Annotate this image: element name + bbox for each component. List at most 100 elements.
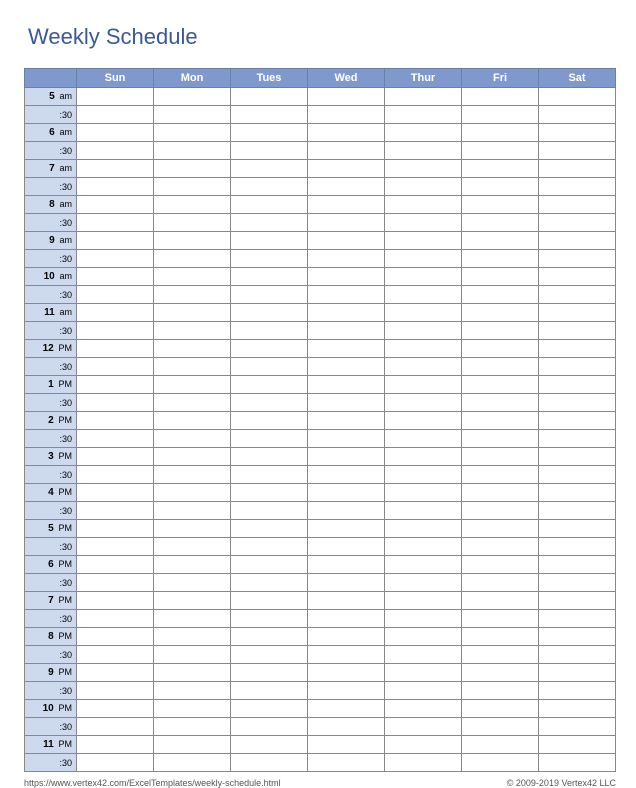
- schedule-cell[interactable]: [462, 394, 539, 412]
- schedule-cell[interactable]: [231, 502, 308, 520]
- schedule-cell[interactable]: [231, 124, 308, 142]
- schedule-cell[interactable]: [231, 250, 308, 268]
- schedule-cell[interactable]: [462, 340, 539, 358]
- schedule-cell[interactable]: [385, 394, 462, 412]
- schedule-cell[interactable]: [462, 520, 539, 538]
- schedule-cell[interactable]: [308, 736, 385, 754]
- schedule-cell[interactable]: [154, 736, 231, 754]
- schedule-cell[interactable]: [77, 376, 154, 394]
- schedule-cell[interactable]: [308, 664, 385, 682]
- schedule-cell[interactable]: [231, 358, 308, 376]
- schedule-cell[interactable]: [539, 430, 616, 448]
- schedule-cell[interactable]: [231, 412, 308, 430]
- schedule-cell[interactable]: [385, 628, 462, 646]
- schedule-cell[interactable]: [462, 232, 539, 250]
- schedule-cell[interactable]: [77, 178, 154, 196]
- schedule-cell[interactable]: [539, 142, 616, 160]
- schedule-cell[interactable]: [154, 412, 231, 430]
- schedule-cell[interactable]: [154, 556, 231, 574]
- schedule-cell[interactable]: [462, 754, 539, 772]
- schedule-cell[interactable]: [154, 700, 231, 718]
- schedule-cell[interactable]: [308, 394, 385, 412]
- schedule-cell[interactable]: [385, 718, 462, 736]
- schedule-cell[interactable]: [385, 754, 462, 772]
- schedule-cell[interactable]: [385, 376, 462, 394]
- schedule-cell[interactable]: [308, 106, 385, 124]
- schedule-cell[interactable]: [385, 610, 462, 628]
- schedule-cell[interactable]: [231, 484, 308, 502]
- schedule-cell[interactable]: [462, 160, 539, 178]
- schedule-cell[interactable]: [77, 574, 154, 592]
- schedule-cell[interactable]: [462, 322, 539, 340]
- schedule-cell[interactable]: [154, 484, 231, 502]
- schedule-cell[interactable]: [539, 592, 616, 610]
- schedule-cell[interactable]: [231, 448, 308, 466]
- schedule-cell[interactable]: [462, 610, 539, 628]
- schedule-cell[interactable]: [385, 592, 462, 610]
- schedule-cell[interactable]: [77, 214, 154, 232]
- schedule-cell[interactable]: [539, 340, 616, 358]
- schedule-cell[interactable]: [385, 322, 462, 340]
- schedule-cell[interactable]: [385, 574, 462, 592]
- schedule-cell[interactable]: [462, 484, 539, 502]
- schedule-cell[interactable]: [308, 448, 385, 466]
- schedule-cell[interactable]: [539, 448, 616, 466]
- schedule-cell[interactable]: [231, 376, 308, 394]
- schedule-cell[interactable]: [77, 196, 154, 214]
- schedule-cell[interactable]: [77, 448, 154, 466]
- schedule-cell[interactable]: [231, 340, 308, 358]
- schedule-cell[interactable]: [385, 196, 462, 214]
- schedule-cell[interactable]: [77, 682, 154, 700]
- schedule-cell[interactable]: [539, 484, 616, 502]
- schedule-cell[interactable]: [154, 574, 231, 592]
- schedule-cell[interactable]: [308, 484, 385, 502]
- schedule-cell[interactable]: [539, 178, 616, 196]
- schedule-cell[interactable]: [539, 610, 616, 628]
- schedule-cell[interactable]: [462, 106, 539, 124]
- schedule-cell[interactable]: [77, 124, 154, 142]
- schedule-cell[interactable]: [462, 196, 539, 214]
- schedule-cell[interactable]: [154, 538, 231, 556]
- schedule-cell[interactable]: [385, 682, 462, 700]
- schedule-cell[interactable]: [308, 196, 385, 214]
- schedule-cell[interactable]: [154, 646, 231, 664]
- schedule-cell[interactable]: [231, 394, 308, 412]
- schedule-cell[interactable]: [77, 88, 154, 106]
- schedule-cell[interactable]: [77, 718, 154, 736]
- schedule-cell[interactable]: [231, 718, 308, 736]
- schedule-cell[interactable]: [539, 538, 616, 556]
- schedule-cell[interactable]: [77, 142, 154, 160]
- schedule-cell[interactable]: [308, 142, 385, 160]
- schedule-cell[interactable]: [385, 160, 462, 178]
- schedule-cell[interactable]: [154, 268, 231, 286]
- schedule-cell[interactable]: [385, 250, 462, 268]
- schedule-cell[interactable]: [154, 232, 231, 250]
- schedule-cell[interactable]: [539, 304, 616, 322]
- schedule-cell[interactable]: [385, 142, 462, 160]
- schedule-cell[interactable]: [539, 88, 616, 106]
- schedule-cell[interactable]: [308, 538, 385, 556]
- schedule-cell[interactable]: [539, 754, 616, 772]
- schedule-cell[interactable]: [308, 520, 385, 538]
- schedule-cell[interactable]: [462, 682, 539, 700]
- schedule-cell[interactable]: [77, 520, 154, 538]
- schedule-cell[interactable]: [308, 682, 385, 700]
- schedule-cell[interactable]: [77, 358, 154, 376]
- schedule-cell[interactable]: [77, 106, 154, 124]
- schedule-cell[interactable]: [308, 376, 385, 394]
- schedule-cell[interactable]: [231, 232, 308, 250]
- schedule-cell[interactable]: [539, 736, 616, 754]
- schedule-cell[interactable]: [154, 520, 231, 538]
- schedule-cell[interactable]: [154, 610, 231, 628]
- schedule-cell[interactable]: [308, 322, 385, 340]
- schedule-cell[interactable]: [308, 718, 385, 736]
- schedule-cell[interactable]: [154, 142, 231, 160]
- schedule-cell[interactable]: [154, 754, 231, 772]
- schedule-cell[interactable]: [308, 430, 385, 448]
- schedule-cell[interactable]: [539, 646, 616, 664]
- schedule-cell[interactable]: [77, 430, 154, 448]
- schedule-cell[interactable]: [231, 178, 308, 196]
- schedule-cell[interactable]: [308, 466, 385, 484]
- schedule-cell[interactable]: [539, 502, 616, 520]
- schedule-cell[interactable]: [462, 538, 539, 556]
